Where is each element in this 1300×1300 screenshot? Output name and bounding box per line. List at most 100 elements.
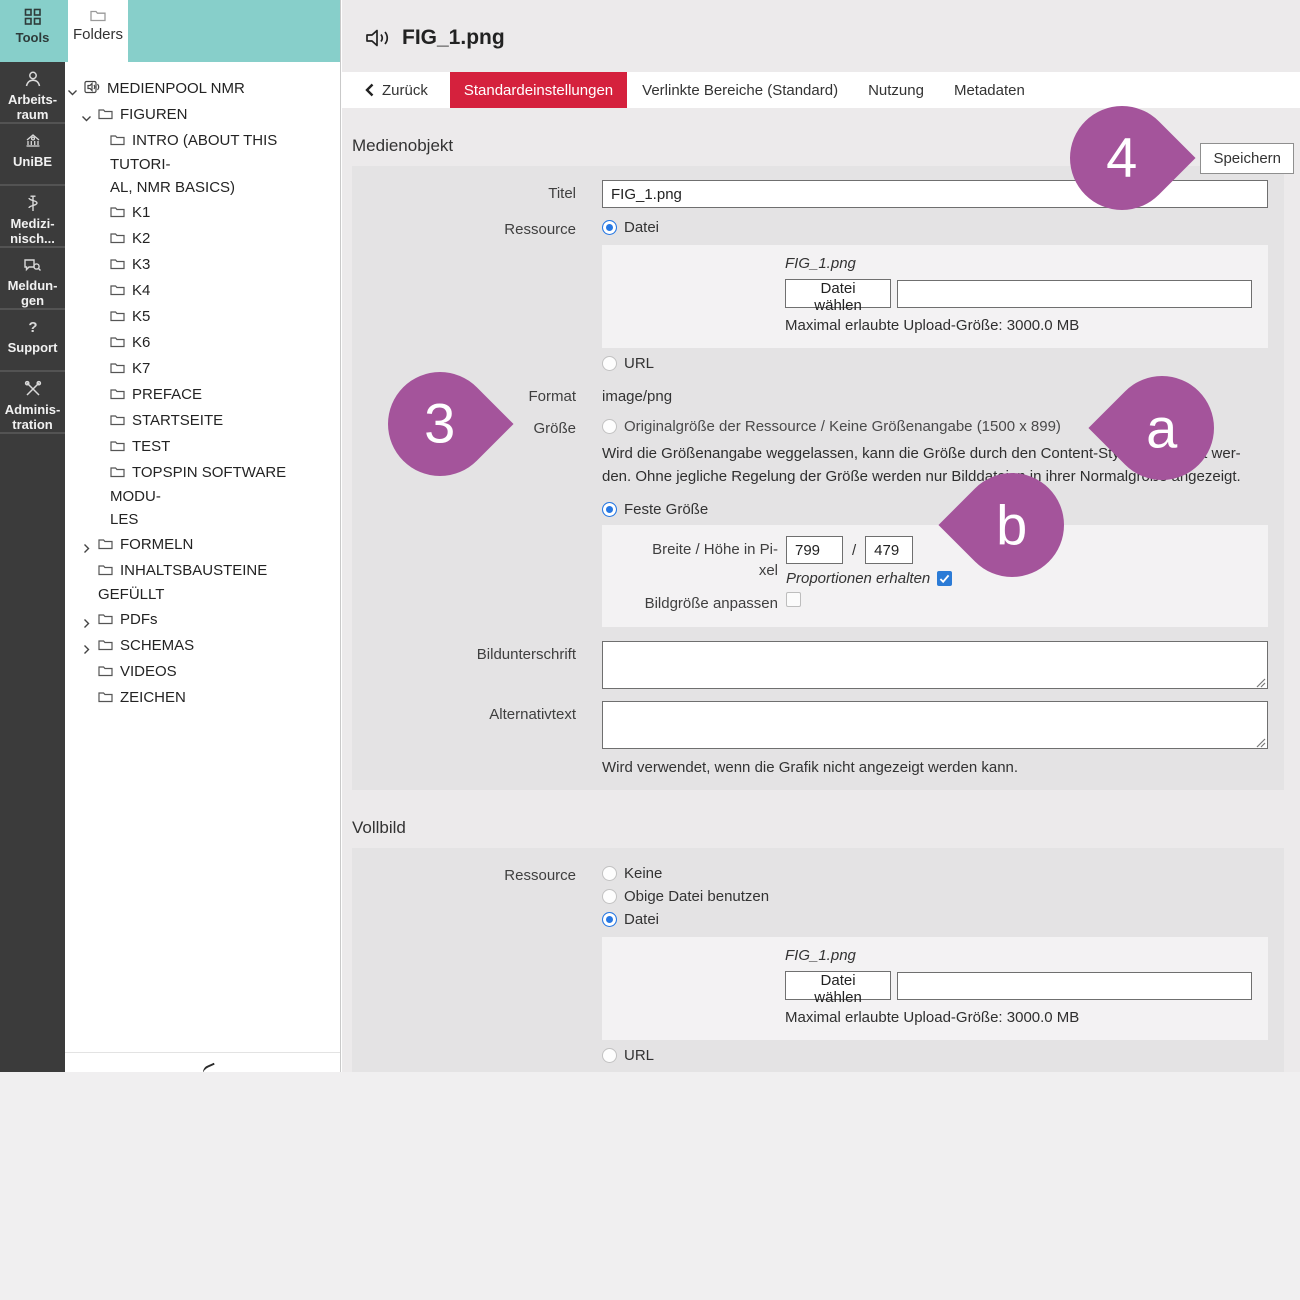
tree-item-schemas[interactable]: SCHEMAS <box>65 633 340 659</box>
rail-tab-tools[interactable]: Tools <box>0 0 65 62</box>
tree-item-pdfs[interactable]: PDFs <box>65 607 340 633</box>
radio-icon[interactable] <box>602 889 617 904</box>
vb-file-upload-box: FIG_1.png Datei wählen Maximal erlaubte … <box>602 937 1268 1040</box>
feste-groesse-radio-row[interactable]: Feste Größe <box>602 498 1268 521</box>
tree-item-label: MEDIENPOOL NMR <box>107 80 245 97</box>
tree-item-label: K3 <box>132 256 150 273</box>
folder-icon <box>110 202 125 225</box>
rail-item-label: UniBE <box>13 154 52 169</box>
tree-item-label: K6 <box>132 334 150 351</box>
tree-item-preface[interactable]: PREFACE <box>65 382 340 408</box>
tree-item-label: ZEICHEN <box>120 689 186 706</box>
datei-radio-row[interactable]: Datei <box>602 216 1268 239</box>
dimension-separator: / <box>852 542 856 559</box>
rail-item-support[interactable]: ? Support <box>0 310 65 372</box>
caption-textarea[interactable] <box>602 641 1268 689</box>
tree-item-k1[interactable]: K1 <box>65 200 340 226</box>
url-radio-row[interactable]: URL <box>602 352 1268 375</box>
datei-option-label: Datei <box>624 219 659 236</box>
rail-item-label: gen <box>21 293 44 308</box>
tab-verlinkte-bereiche[interactable]: Verlinkte Bereiche (Standard) <box>627 72 853 108</box>
width-input[interactable] <box>786 536 843 564</box>
folder-icon <box>110 410 125 433</box>
fixed-size-box: Breite / Höhe in Pi- xel / Proportionen … <box>602 525 1268 627</box>
tree-item-intro[interactable]: INTRO (ABOUT THIS TUTORI- AL, NMR BASICS… <box>65 128 340 200</box>
tree-item-k3[interactable]: K3 <box>65 252 340 278</box>
radio-checked-icon[interactable] <box>602 502 617 517</box>
keine-option-label: Keine <box>624 865 662 882</box>
vb-url-radio-row[interactable]: URL <box>602 1044 1268 1067</box>
tree-item-startseite[interactable]: STARTSEITE <box>65 408 340 434</box>
rail-item-administration[interactable]: Adminis- tration <box>0 372 65 434</box>
tree-item-k4[interactable]: K4 <box>65 278 340 304</box>
height-input[interactable] <box>865 536 913 564</box>
tab-label: Metadaten <box>954 82 1025 99</box>
back-link[interactable]: Zurück <box>365 72 428 108</box>
url-option-label: URL <box>624 355 654 372</box>
radio-icon[interactable] <box>602 1048 617 1063</box>
current-file-name: FIG_1.png <box>785 255 1252 272</box>
folder-icon <box>98 635 113 658</box>
rail-item-label: Support <box>8 340 58 355</box>
rail-tab-tools-label: Tools <box>16 30 50 45</box>
rail-item-label: raum <box>17 107 49 122</box>
tree-item-medienpool[interactable]: MEDIENPOOL NMR <box>65 76 340 102</box>
vb-datei-radio-row[interactable]: Datei <box>602 908 1268 931</box>
tab-nutzung[interactable]: Nutzung <box>853 72 939 108</box>
rail-item-meldungen[interactable]: Meldun- gen <box>0 248 65 310</box>
media-pool-icon <box>84 78 100 101</box>
folder-icon <box>98 687 113 710</box>
page-title-row: FIG_1.png <box>342 0 1300 50</box>
ressource-label: Ressource <box>352 216 576 238</box>
vb-url-option-label: URL <box>624 1047 654 1064</box>
radio-checked-icon[interactable] <box>602 912 617 927</box>
alt-text-textarea[interactable] <box>602 701 1268 749</box>
radio-icon[interactable] <box>602 866 617 881</box>
section-heading-vollbild: Vollbild <box>352 818 1284 838</box>
obige-datei-radio-row[interactable]: Obige Datei benutzen <box>602 885 1268 908</box>
file-name-field[interactable] <box>897 280 1252 308</box>
rail-item-label: nisch... <box>10 231 55 246</box>
keine-radio-row[interactable]: Keine <box>602 862 1268 885</box>
save-button[interactable]: Speichern <box>1200 143 1294 174</box>
tab-metadaten[interactable]: Metadaten <box>939 72 1040 108</box>
folder-icon <box>110 462 125 485</box>
vb-datei-option-label: Datei <box>624 911 659 928</box>
tree-item-videos[interactable]: VIDEOS <box>65 659 340 685</box>
rail-item-medizinisch[interactable]: Medizi- nisch... <box>0 186 65 248</box>
tree-item-formeln[interactable]: FORMELN <box>65 532 340 558</box>
choose-file-button[interactable]: Datei wählen <box>785 279 891 308</box>
tree-item-zeichen[interactable]: ZEICHEN <box>65 685 340 711</box>
alt-text-help: Wird verwendet, wenn die Grafik nicht an… <box>602 759 1268 776</box>
tab-standardeinstellungen[interactable]: Standardeinstellungen <box>450 72 627 108</box>
keep-proportions-checkbox[interactable] <box>937 571 952 586</box>
tree-item-k7[interactable]: K7 <box>65 356 340 382</box>
rail-item-arbeitsraum[interactable]: Arbeits- raum <box>0 62 65 124</box>
folder-tree: MEDIENPOOL NMR FIGUREN INTRO (ABOUT THIS… <box>65 62 340 1072</box>
radio-icon[interactable] <box>602 356 617 371</box>
tree-item-k6[interactable]: K6 <box>65 330 340 356</box>
tree-item-label: SCHEMAS <box>120 637 194 654</box>
radio-checked-icon[interactable] <box>602 220 617 235</box>
folder-icon <box>110 436 125 459</box>
rail-item-unibe[interactable]: UniBE <box>0 124 65 186</box>
tree-item-topspin[interactable]: TOPSPIN SOFTWARE MODU- LES <box>65 460 340 532</box>
rail-item-label: Adminis- <box>5 402 61 417</box>
tree-item-inhaltsbausteine[interactable]: INHALTSBAUSTEINE GEFÜLLT <box>65 558 340 607</box>
vb-choose-file-button[interactable]: Datei wählen <box>785 971 891 1000</box>
radio-icon[interactable] <box>602 419 617 434</box>
tree-item-k5[interactable]: K5 <box>65 304 340 330</box>
folder-icon <box>110 130 125 153</box>
folder-icon <box>110 228 125 251</box>
folder-icon <box>110 358 125 381</box>
callout-label: b <box>996 497 1027 553</box>
vb-file-name-field[interactable] <box>897 972 1252 1000</box>
tree-item-label: K1 <box>132 204 150 221</box>
grid-icon <box>0 8 65 28</box>
adjust-image-size-checkbox[interactable] <box>786 592 801 607</box>
tree-item-figuren[interactable]: FIGUREN <box>65 102 340 128</box>
tree-item-test[interactable]: TEST <box>65 434 340 460</box>
tab-folders[interactable]: Folders <box>68 0 128 62</box>
tree-item-k2[interactable]: K2 <box>65 226 340 252</box>
speaker-icon <box>365 27 390 49</box>
